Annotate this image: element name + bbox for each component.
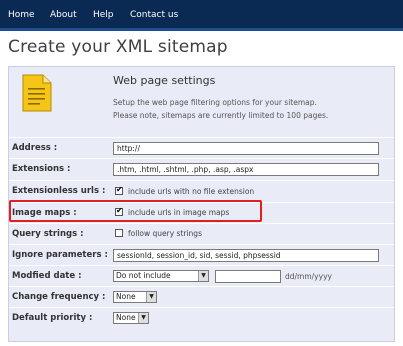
chevron-down-icon: ▼ bbox=[146, 292, 156, 302]
extensions-input[interactable]: .htm, .html, .shtml, .php, .asp, .aspx bbox=[113, 163, 379, 176]
nav-home-link[interactable]: Home bbox=[8, 10, 35, 20]
address-label: Address : bbox=[12, 143, 58, 153]
top-navbar: Home About Help Contact us bbox=[0, 0, 403, 31]
modified-date-select[interactable]: Do not include ▼ bbox=[113, 270, 209, 282]
settings-title: Web page settings bbox=[113, 74, 216, 87]
document-icon bbox=[22, 74, 52, 112]
extensionless-label: Extensionless urls : bbox=[12, 186, 106, 196]
chevron-down-icon: ▼ bbox=[198, 271, 208, 281]
chevron-down-icon: ▼ bbox=[138, 313, 148, 323]
default-priority-label: Default priority : bbox=[12, 313, 93, 323]
default-priority-select[interactable]: None ▼ bbox=[113, 312, 149, 324]
settings-description: Setup the web page filtering options for… bbox=[113, 97, 328, 122]
settings-desc-line-2: Please note, sitemaps are currently limi… bbox=[113, 110, 329, 120]
settings-panel: Web page settings Setup the web page fil… bbox=[8, 66, 395, 342]
query-strings-label: Query strings : bbox=[12, 229, 84, 239]
address-input[interactable]: http:// bbox=[113, 142, 379, 155]
extensionless-checkbox[interactable]: ✔ bbox=[115, 185, 123, 195]
ignore-params-input[interactable]: sessionId, session_id, sid, sessid, phps… bbox=[113, 249, 379, 262]
modified-date-row: Modfied date : Do not include ▼ dd/mm/yy… bbox=[9, 265, 394, 285]
change-frequency-row: Change frequency : None ▼ bbox=[9, 286, 394, 306]
change-frequency-select[interactable]: None ▼ bbox=[113, 291, 157, 303]
extensionless-checkbox-label: include urls with no file extension bbox=[128, 187, 255, 196]
nav-about-link[interactable]: About bbox=[50, 10, 77, 20]
query-strings-checkbox[interactable] bbox=[115, 229, 123, 237]
default-priority-select-value: None bbox=[116, 313, 136, 322]
extensionless-row: Extensionless urls : ✔ include urls with… bbox=[9, 180, 394, 200]
modified-date-input[interactable] bbox=[215, 270, 281, 283]
extensions-label: Extensions : bbox=[12, 164, 71, 174]
checkmark-icon: ✔ bbox=[116, 185, 123, 194]
image-maps-highlight bbox=[9, 200, 262, 222]
change-frequency-label: Change frequency : bbox=[12, 292, 106, 302]
extensions-row: Extensions : .htm, .html, .shtml, .php, … bbox=[9, 158, 394, 178]
query-strings-row: Query strings : follow query strings bbox=[9, 223, 394, 243]
nav-help-link[interactable]: Help bbox=[93, 10, 114, 20]
ignore-params-label: Ignore parameters : bbox=[12, 250, 108, 260]
date-format-hint: dd/mm/yyyy bbox=[285, 272, 332, 281]
query-strings-checkbox-label: follow query strings bbox=[128, 229, 202, 238]
modified-date-label: Modfied date : bbox=[12, 271, 82, 281]
settings-desc-line-1: Setup the web page filtering options for… bbox=[113, 98, 317, 107]
modified-date-select-value: Do not include bbox=[116, 271, 171, 280]
ignore-params-row: Ignore parameters : sessionId, session_i… bbox=[9, 244, 394, 264]
address-row: Address : http:// bbox=[9, 137, 394, 157]
page-title: Create your XML sitemap bbox=[8, 37, 228, 57]
change-frequency-select-value: None bbox=[116, 292, 136, 301]
nav-contact-link[interactable]: Contact us bbox=[130, 10, 178, 20]
default-priority-row: Default priority : None ▼ bbox=[9, 307, 394, 327]
